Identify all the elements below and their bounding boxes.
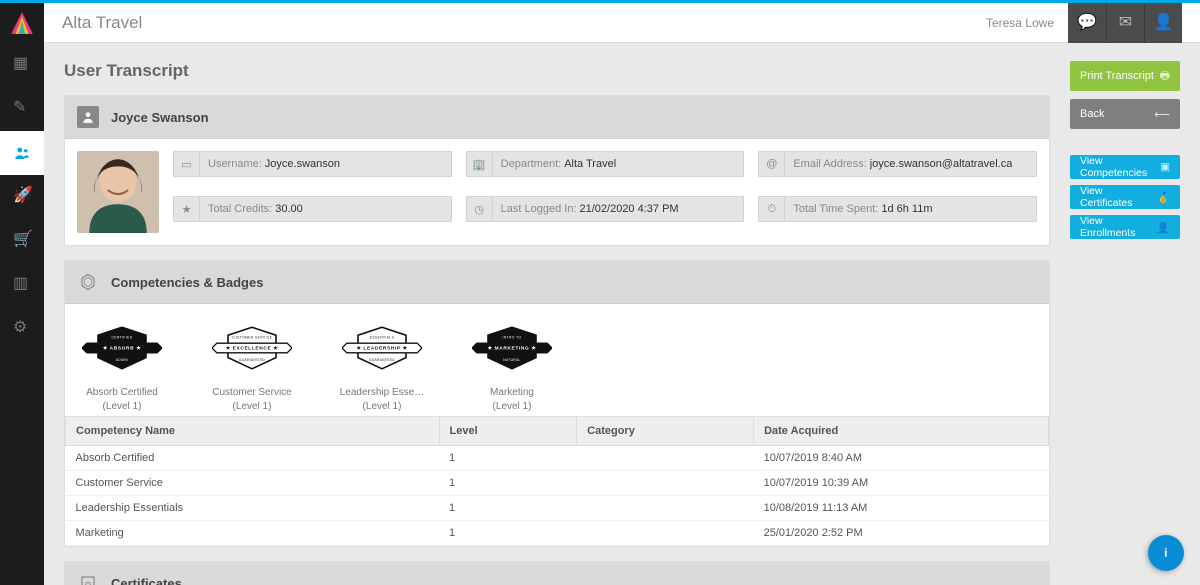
badge-level: (Level 1) — [467, 401, 557, 412]
svg-text:INTRO TO: INTRO TO — [503, 335, 522, 339]
table-header[interactable]: Category — [577, 417, 754, 446]
user-info-header: Joyce Swanson — [65, 96, 1049, 139]
timer-icon: ⏱ — [768, 203, 777, 216]
user-info-panel: Joyce Swanson — [64, 95, 1050, 246]
table-row[interactable]: Leadership Essentials110/08/2019 11:13 A… — [66, 496, 1049, 521]
svg-text:GUARANTEED: GUARANTEED — [239, 358, 265, 362]
back-button[interactable]: Back ⟵ — [1070, 99, 1180, 129]
user-icon: 👤 — [1154, 15, 1174, 31]
table-header[interactable]: Competency Name — [66, 417, 440, 446]
star-icon: ★ — [182, 203, 192, 216]
certificates-panel: Certificates — [64, 561, 1050, 585]
badge-level: (Level 1) — [77, 401, 167, 412]
actions-sidebar: Print Transcript 🖶 Back ⟵ View Competenc… — [1070, 61, 1180, 245]
competencies-title: Competencies & Badges — [111, 275, 263, 290]
header-profile-button[interactable]: 👤 — [1144, 3, 1182, 43]
nav-compose[interactable]: ✎ — [0, 87, 44, 131]
badge-card[interactable]: ESSENTIALS ★ LEADERSHIP ★ GUARANTEED Lea… — [337, 322, 427, 412]
back-arrow-icon: ⟵ — [1154, 108, 1170, 121]
cart-icon: 🛒 — [13, 232, 31, 250]
header-chat-button[interactable]: 💬 — [1068, 3, 1106, 43]
current-user-label[interactable]: Teresa Lowe — [986, 16, 1054, 30]
badge-card[interactable]: CUSTOMER SERVICE ★ EXCELLENCE ★ GUARANTE… — [207, 322, 297, 412]
certificate-icon — [77, 572, 99, 585]
subject-name: Joyce Swanson — [111, 110, 209, 125]
badge-card[interactable]: CERTIFIED ★ ABSORB ★ ADMIN Absorb Certif… — [77, 322, 167, 412]
table-header[interactable]: Level — [439, 417, 577, 446]
at-icon: @ — [766, 158, 777, 170]
badge-name: Customer Service — [207, 387, 297, 398]
competencies-table: Competency NameLevelCategoryDate Acquire… — [65, 416, 1049, 546]
badge-name: Leadership Esse… — [337, 387, 427, 398]
nav-settings[interactable]: ⚙ — [0, 307, 44, 351]
svg-text:CUSTOMER SERVICE: CUSTOMER SERVICE — [232, 335, 273, 339]
app-header: Alta Travel Teresa Lowe 💬 ✉ 👤 — [44, 3, 1200, 43]
enroll-icon: 👤 — [1157, 221, 1170, 234]
badge-card[interactable]: INTRO TO ★ MARKETING ★ NATURAL Marketing… — [467, 322, 557, 412]
table-row[interactable]: Customer Service110/07/2019 10:39 AM — [66, 471, 1049, 496]
certificates-header: Certificates — [65, 562, 1049, 585]
field-time-spent: ⏱ Total Time Spent: 1d 6h 11m — [758, 196, 1037, 222]
svg-text:ESSENTIALS: ESSENTIALS — [370, 335, 394, 339]
svg-text:CERTIFIED: CERTIFIED — [111, 335, 132, 339]
competencies-panel: Competencies & Badges CERTIFIED ★ ABSORB… — [64, 260, 1050, 547]
badge-name: Marketing — [467, 387, 557, 398]
gear-icon: ⚙ — [13, 320, 31, 338]
header-mail-button[interactable]: ✉ — [1106, 3, 1144, 43]
person-icon — [77, 106, 99, 128]
mail-icon: ✉ — [1119, 15, 1132, 31]
svg-text:ADMIN: ADMIN — [116, 358, 129, 362]
printer-icon: 🖶 — [1160, 67, 1170, 86]
clock-icon: ◷ — [474, 203, 484, 216]
id-icon: ▭ — [181, 158, 191, 171]
table-header[interactable]: Date Acquired — [754, 417, 1049, 446]
app-title: Alta Travel — [62, 13, 142, 33]
page-title: User Transcript — [64, 61, 1050, 81]
competencies-header: Competencies & Badges — [65, 261, 1049, 304]
dashboard-icon: ▦ — [13, 56, 31, 74]
svg-text:GUARANTEED: GUARANTEED — [369, 358, 395, 362]
competency-icon: ▣ — [1160, 161, 1170, 173]
view-enrollments-button[interactable]: View Enrollments 👤 — [1070, 215, 1180, 239]
avatar — [77, 151, 159, 233]
users-icon — [13, 144, 31, 162]
rocket-icon: 🚀 — [13, 188, 31, 206]
nav-dashboard[interactable]: ▦ — [0, 43, 44, 87]
brand-logo[interactable] — [0, 3, 44, 43]
badge-level: (Level 1) — [207, 401, 297, 412]
nav-cart[interactable]: 🛒 — [0, 219, 44, 263]
badge-level: (Level 1) — [337, 401, 427, 412]
view-competencies-button[interactable]: View Competencies ▣ — [1070, 155, 1180, 179]
print-transcript-button[interactable]: Print Transcript 🖶 — [1070, 61, 1180, 91]
field-email: @ Email Address: joyce.swanson@altatrave… — [758, 151, 1037, 177]
nav-reports[interactable]: ▥ — [0, 263, 44, 307]
certificates-title: Certificates — [111, 576, 182, 585]
table-row[interactable]: Marketing125/01/2020 2:52 PM — [66, 521, 1049, 546]
svg-text:★ MARKETING ★: ★ MARKETING ★ — [488, 346, 537, 352]
table-row[interactable]: Absorb Certified110/07/2019 8:40 AM — [66, 446, 1049, 471]
field-department: 🏢 Department: Alta Travel — [466, 151, 745, 177]
field-last-login: ◷ Last Logged In: 21/02/2020 4:37 PM — [466, 196, 745, 222]
dept-icon: 🏢 — [472, 158, 486, 171]
trophy-icon: 🏅 — [1157, 191, 1170, 204]
field-credits: ★ Total Credits: 30.00 — [173, 196, 452, 222]
svg-text:★ ABSORB ★: ★ ABSORB ★ — [103, 346, 141, 352]
nav-users[interactable] — [0, 131, 44, 175]
chat-icon: 💬 — [1077, 15, 1097, 31]
edit-icon: ✎ — [13, 100, 31, 118]
main-scroll[interactable]: User Transcript Joyce Swanson — [44, 43, 1200, 585]
view-certificates-button[interactable]: View Certificates 🏅 — [1070, 185, 1180, 209]
svg-text:★ LEADERSHIP ★: ★ LEADERSHIP ★ — [356, 346, 407, 352]
nav-launch[interactable]: 🚀 — [0, 175, 44, 219]
info-icon: i — [1164, 546, 1167, 560]
badge-name: Absorb Certified — [77, 387, 167, 398]
svg-text:★ EXCELLENCE ★: ★ EXCELLENCE ★ — [226, 346, 279, 352]
badge-icon — [77, 271, 99, 293]
field-username: ▭ Username: Joyce.swanson — [173, 151, 452, 177]
left-nav-rail: ▦ ✎ 🚀 🛒 ▥ ⚙ — [0, 3, 44, 585]
svg-text:NATURAL: NATURAL — [503, 358, 520, 362]
table-icon: ▥ — [13, 276, 31, 294]
